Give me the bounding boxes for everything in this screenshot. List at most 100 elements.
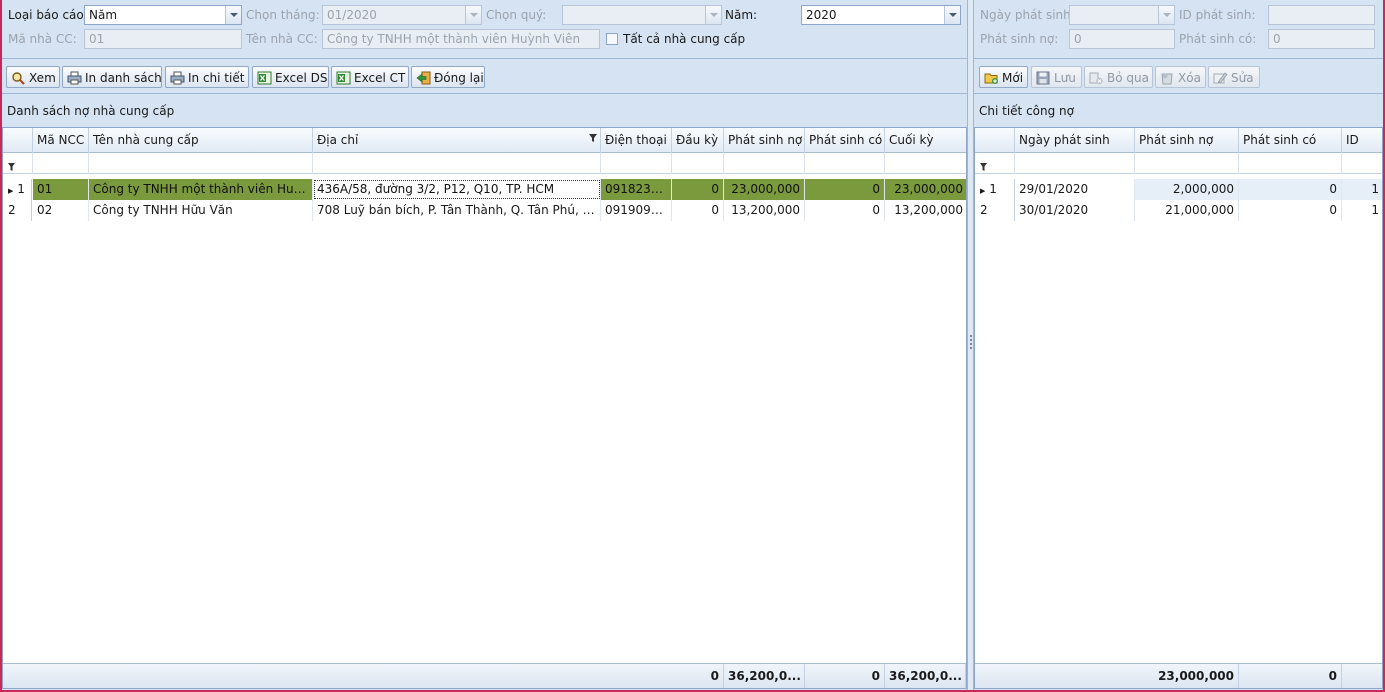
print-detail-button[interactable]: In chi tiết bbox=[165, 66, 249, 88]
cell-code[interactable]: 01 bbox=[33, 179, 89, 200]
column-header-debit[interactable]: Phát sinh nợ bbox=[724, 128, 805, 153]
excel-ct-label: Excel CT bbox=[354, 71, 406, 85]
supplier-name-label: Tên nhà CC: bbox=[246, 32, 318, 46]
supplier-name-field[interactable]: Công ty TNHH một thành viên Huỳnh Viên bbox=[322, 29, 600, 49]
cell-phone[interactable]: 0919092... bbox=[601, 200, 672, 221]
splitter-grip-icon[interactable] bbox=[970, 335, 972, 349]
edit-button[interactable]: Sửa bbox=[1208, 66, 1260, 88]
id-field[interactable] bbox=[1268, 5, 1375, 25]
filter-cell[interactable] bbox=[885, 153, 966, 174]
view-button[interactable]: Xem bbox=[6, 66, 60, 88]
filter-row-icon-cell bbox=[975, 153, 1015, 174]
cell-address[interactable]: 436A/58, đường 3/2, P12, Q10, TP. HCM bbox=[313, 179, 601, 200]
supplier-code-field[interactable]: 01 bbox=[84, 29, 242, 49]
supplier-debt-panel: Loại báo cáo: Năm Chọn tháng: 01/2020 Ch… bbox=[2, 0, 967, 690]
filter-cell[interactable] bbox=[1342, 153, 1382, 174]
save-disk-icon bbox=[1036, 71, 1051, 85]
sum-closing: 36,200,0... bbox=[885, 664, 966, 688]
table-row[interactable]: 2 30/01/2020 21,000,000 0 1 bbox=[975, 200, 1382, 221]
column-header-credit[interactable]: Phát sinh có bbox=[1239, 128, 1342, 153]
skip-button[interactable]: Bỏ qua bbox=[1084, 66, 1153, 88]
auto-filter-row[interactable] bbox=[975, 153, 1382, 174]
excel-ds-button[interactable]: Excel DS bbox=[252, 66, 329, 88]
report-type-select[interactable]: Năm bbox=[84, 5, 242, 25]
filter-cell[interactable] bbox=[601, 153, 672, 174]
cell-opening[interactable]: 0 bbox=[672, 179, 724, 200]
row-number: 2 bbox=[980, 203, 988, 217]
year-label: Năm: bbox=[725, 8, 758, 22]
close-button[interactable]: Đóng lại bbox=[411, 66, 485, 88]
cell-name[interactable]: Công ty TNHH một thành viên Huỳn... bbox=[89, 179, 313, 200]
filter-icon[interactable] bbox=[589, 131, 597, 145]
cell-id[interactable]: 1 bbox=[1342, 179, 1382, 200]
cell-phone[interactable]: 0918239... bbox=[601, 179, 672, 200]
column-header-credit[interactable]: Phát sinh có bbox=[805, 128, 885, 153]
column-header-date[interactable]: Ngày phát sinh bbox=[1015, 128, 1135, 153]
auto-filter-row[interactable] bbox=[3, 153, 966, 174]
excel-ct-button[interactable]: Excel CT bbox=[331, 66, 409, 88]
cell-name[interactable]: Công ty TNHH Hữu Văn bbox=[89, 200, 313, 221]
table-row[interactable]: ▶ 1 29/01/2020 2,000,000 0 1 bbox=[975, 179, 1382, 200]
cell-credit[interactable]: 0 bbox=[805, 200, 885, 221]
close-label: Đóng lại bbox=[434, 71, 484, 85]
cell-closing[interactable]: 23,000,000 bbox=[885, 179, 966, 200]
filter-cell[interactable] bbox=[33, 153, 89, 174]
delete-icon bbox=[1160, 71, 1175, 85]
filter-cell[interactable] bbox=[89, 153, 313, 174]
cell-date[interactable]: 30/01/2020 bbox=[1015, 200, 1135, 221]
cell-debit[interactable]: 2,000,000 bbox=[1135, 179, 1239, 200]
column-header-opening[interactable]: Đầu kỳ bbox=[672, 128, 724, 153]
filter-cell[interactable] bbox=[1239, 153, 1342, 174]
cell-id[interactable]: 1 bbox=[1342, 200, 1382, 221]
cell-code[interactable]: 02 bbox=[33, 200, 89, 221]
cell-debit[interactable]: 21,000,000 bbox=[1135, 200, 1239, 221]
table-row[interactable]: ▶ 1 01 Công ty TNHH một thành viên Huỳn.… bbox=[3, 179, 966, 200]
chevron-down-icon[interactable] bbox=[944, 6, 960, 24]
chevron-down-icon[interactable] bbox=[465, 6, 481, 24]
column-header-debit[interactable]: Phát sinh nợ bbox=[1135, 128, 1239, 153]
quarter-select[interactable] bbox=[562, 5, 722, 25]
save-button-label: Lưu bbox=[1054, 71, 1076, 85]
cell-address[interactable]: 708 Luỹ bán bích, P. Tân Thành, Q. Tân P… bbox=[313, 200, 601, 221]
filter-cell[interactable] bbox=[805, 153, 885, 174]
save-button[interactable]: Lưu bbox=[1031, 66, 1082, 88]
cell-debit[interactable]: 23,000,000 bbox=[724, 179, 805, 200]
pane-splitter[interactable] bbox=[967, 0, 974, 690]
print-list-button[interactable]: In danh sách bbox=[62, 66, 162, 88]
column-header-name[interactable]: Tên nhà cung cấp bbox=[89, 128, 313, 153]
chevron-down-icon[interactable] bbox=[705, 6, 721, 24]
column-header-closing[interactable]: Cuối kỳ bbox=[885, 128, 966, 153]
cell-credit[interactable]: 0 bbox=[1239, 179, 1342, 200]
month-label: Chọn tháng: bbox=[246, 8, 320, 22]
credit-field[interactable]: 0 bbox=[1268, 29, 1375, 49]
column-header-address[interactable]: Địa chỉ bbox=[313, 128, 601, 153]
filter-cell[interactable] bbox=[1015, 153, 1135, 174]
column-header-id[interactable]: ID bbox=[1342, 128, 1382, 153]
column-header-phone[interactable]: Điện thoại bbox=[601, 128, 672, 153]
chevron-down-icon[interactable] bbox=[1158, 6, 1174, 24]
cell-credit[interactable]: 0 bbox=[805, 179, 885, 200]
chevron-down-icon[interactable] bbox=[225, 6, 241, 24]
filter-icon bbox=[8, 160, 15, 174]
cell-closing[interactable]: 13,200,000 bbox=[885, 200, 966, 221]
table-row[interactable]: 2 02 Công ty TNHH Hữu Văn 708 Luỹ bán bí… bbox=[3, 200, 966, 221]
filter-cell[interactable] bbox=[672, 153, 724, 174]
month-select[interactable]: 01/2020 bbox=[322, 5, 482, 25]
filter-cell[interactable] bbox=[724, 153, 805, 174]
cell-credit[interactable]: 0 bbox=[1239, 200, 1342, 221]
cell-date[interactable]: 29/01/2020 bbox=[1015, 179, 1135, 200]
cell-opening[interactable]: 0 bbox=[672, 200, 724, 221]
filter-cell[interactable] bbox=[1135, 153, 1239, 174]
all-suppliers-checkbox[interactable] bbox=[606, 33, 618, 45]
debit-field[interactable]: 0 bbox=[1069, 29, 1175, 49]
new-button[interactable]: Mới bbox=[979, 66, 1028, 88]
year-select[interactable]: 2020 bbox=[801, 5, 961, 25]
supplier-code-value: 01 bbox=[89, 32, 105, 46]
cell-debit[interactable]: 13,200,000 bbox=[724, 200, 805, 221]
cancel-icon bbox=[1089, 71, 1104, 85]
delete-button[interactable]: Xóa bbox=[1155, 66, 1206, 88]
sum-credit: 0 bbox=[1239, 664, 1342, 688]
column-header-code[interactable]: Mã NCC bbox=[33, 128, 89, 153]
filter-cell[interactable] bbox=[313, 153, 601, 174]
date-field[interactable] bbox=[1069, 5, 1175, 25]
